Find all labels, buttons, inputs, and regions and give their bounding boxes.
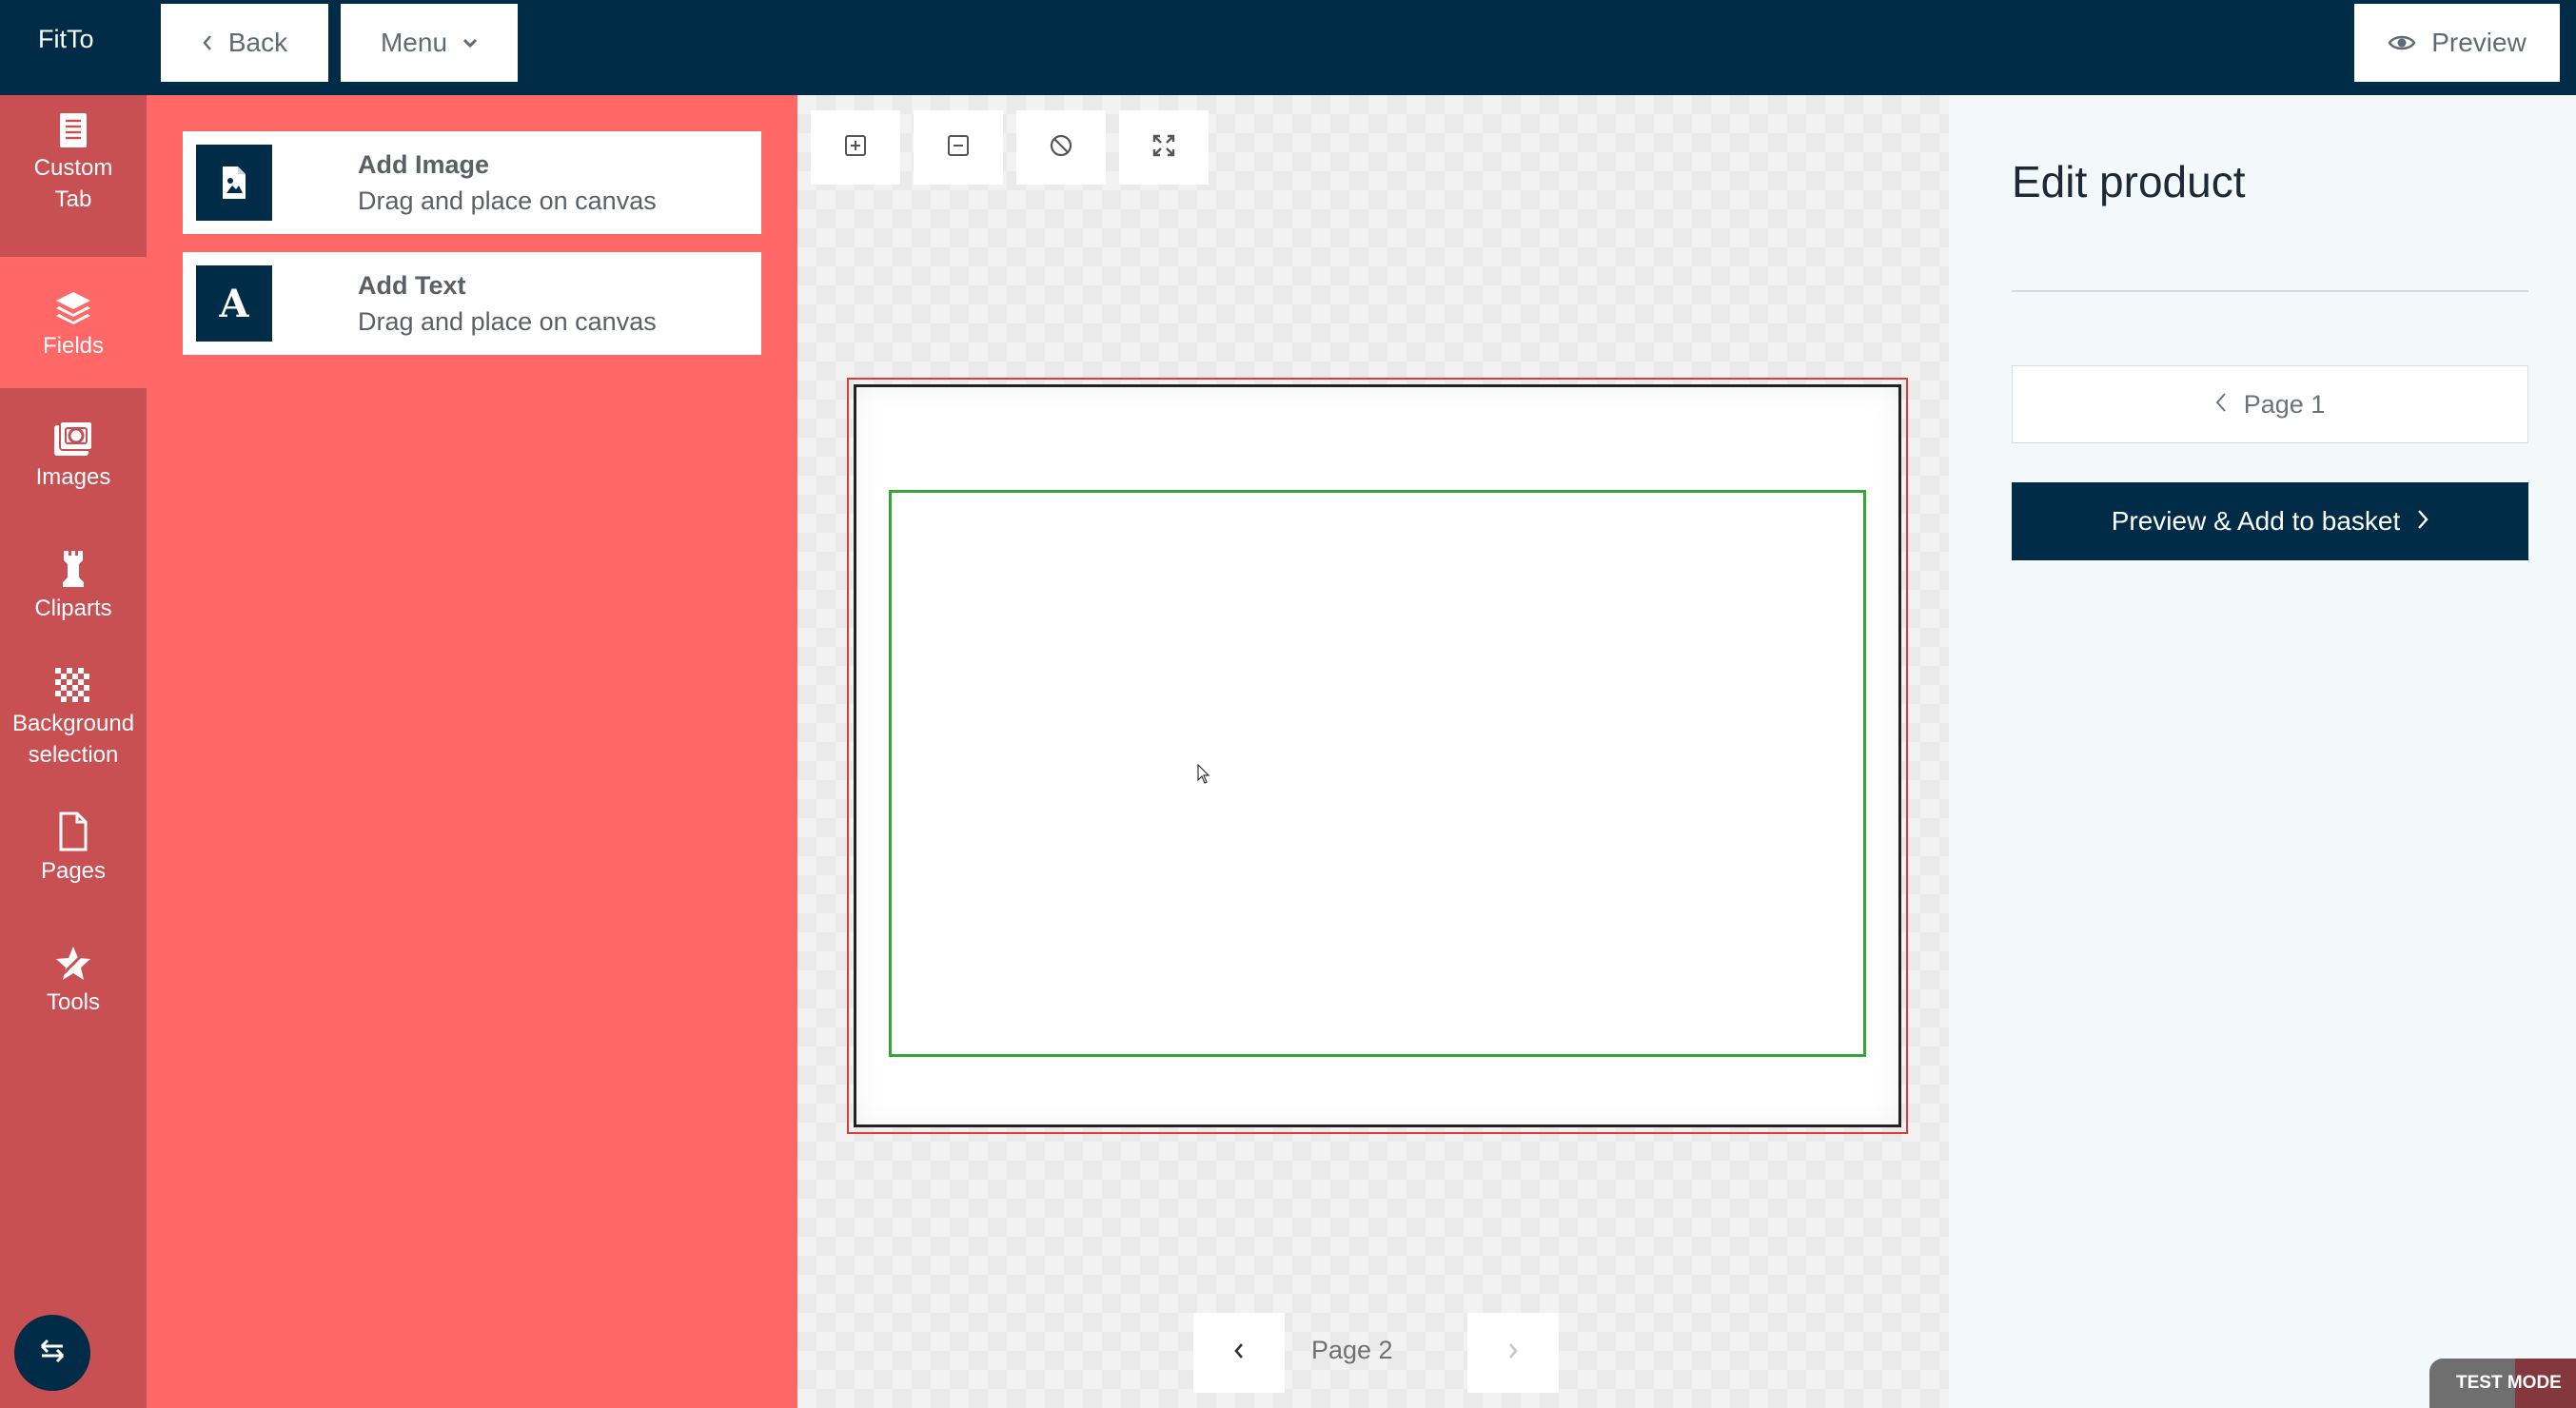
mouse-cursor-icon [1197, 763, 1210, 790]
chevron-right-icon [1507, 1341, 1519, 1365]
fields-panel: Add Image Drag and place on canvas A Add… [147, 95, 797, 1408]
back-label: Back [227, 28, 288, 57]
menu-label: Menu [380, 28, 448, 57]
safe-area [889, 490, 1866, 1057]
page-nav-label: Page 1 [2243, 389, 2326, 419]
add-image-subtitle: Drag and place on canvas [358, 186, 657, 215]
basket-button-label: Preview & Add to basket [2111, 506, 2401, 536]
next-page-button[interactable] [1467, 1313, 1559, 1393]
checker-icon [55, 662, 91, 704]
layers-icon [54, 284, 92, 326]
edit-product-panel: Edit product Page 1 Preview & Add to bas… [1949, 95, 2576, 1408]
chevron-left-icon [2215, 390, 2227, 420]
sidebar-item-label: Images [35, 463, 111, 490]
swap-arrows-icon [38, 1338, 67, 1369]
zoom-in-button[interactable] [811, 110, 900, 185]
zoom-in-icon [844, 134, 867, 162]
sidebar-item-cliparts[interactable]: Cliparts [0, 519, 147, 651]
sidebar-item-images[interactable]: Images [0, 388, 147, 519]
page-title: Edit product [2012, 157, 2246, 206]
page-icon [58, 810, 88, 851]
reset-zoom-button[interactable] [1016, 110, 1106, 185]
chess-rook-icon [60, 547, 87, 589]
current-page-label: Page 2 [1311, 1336, 1393, 1364]
add-image-title: Add Image [358, 150, 490, 179]
preview-label: Preview [2431, 28, 2527, 57]
sidebar-item-custom-tab[interactable]: Custom Tab [0, 95, 147, 226]
sidebar-item-label: Background [11, 711, 135, 736]
brand-logo: FitTo [38, 25, 94, 53]
expand-icon [1151, 133, 1176, 163]
test-mode-badge: TEST MODE [2429, 1359, 2576, 1408]
divider [2012, 290, 2528, 292]
back-button[interactable]: Back [161, 4, 328, 82]
tools-icon [54, 941, 92, 983]
canvas-area[interactable]: Page 2 [797, 95, 1949, 1408]
sidebar-item-tools[interactable]: Tools [0, 913, 147, 1045]
chevron-right-icon [2417, 506, 2429, 537]
add-text-title: Add Text [358, 271, 466, 300]
sidebar-item-label: Custom [33, 155, 113, 181]
images-icon [52, 416, 94, 458]
fit-to-screen-button[interactable] [1119, 110, 1209, 185]
page-1-button[interactable]: Page 1 [2012, 365, 2528, 443]
preview-add-to-basket-button[interactable]: Preview & Add to basket [2012, 482, 2528, 560]
sidebar-item-background-selection[interactable]: Background selection [0, 651, 147, 782]
add-text-subtitle: Drag and place on canvas [358, 307, 657, 336]
sidebar-item-label-2: Tab [54, 186, 92, 212]
sidebar-item-fields[interactable]: Fields [0, 257, 147, 388]
eye-icon [2388, 32, 2416, 53]
previous-page-button[interactable] [1193, 1313, 1285, 1393]
zoom-out-button[interactable] [914, 110, 1003, 185]
add-text-card[interactable]: A Add Text Drag and place on canvas [183, 252, 761, 355]
list-icon [59, 107, 88, 148]
sidebar-item-label: Tools [46, 988, 101, 1015]
chevron-left-icon [1233, 1341, 1245, 1365]
sidebar-rail: Custom Tab Fields Images Cliparts Backgr… [0, 95, 147, 1408]
swap-panel-button[interactable] [14, 1315, 90, 1391]
sidebar-item-label: Fields [42, 332, 105, 359]
test-mode-label: TEST MODE [2456, 1373, 2562, 1393]
text-A-icon: A [196, 265, 272, 342]
preview-button[interactable]: Preview [2354, 4, 2560, 82]
sidebar-item-pages[interactable]: Pages [0, 782, 147, 913]
menu-dropdown[interactable]: Menu [341, 4, 518, 82]
chevron-left-icon [202, 33, 213, 52]
zoom-out-icon [947, 134, 970, 162]
image-file-icon [196, 145, 272, 221]
sidebar-item-label-2: selection [28, 742, 119, 768]
sidebar-item-label: Pages [40, 857, 107, 884]
sidebar-item-label: Cliparts [34, 595, 112, 621]
top-bar: FitTo Back Menu Preview [0, 0, 2576, 95]
ban-icon [1049, 133, 1073, 163]
chevron-down-icon [462, 37, 478, 49]
add-image-card[interactable]: Add Image Drag and place on canvas [183, 131, 761, 234]
